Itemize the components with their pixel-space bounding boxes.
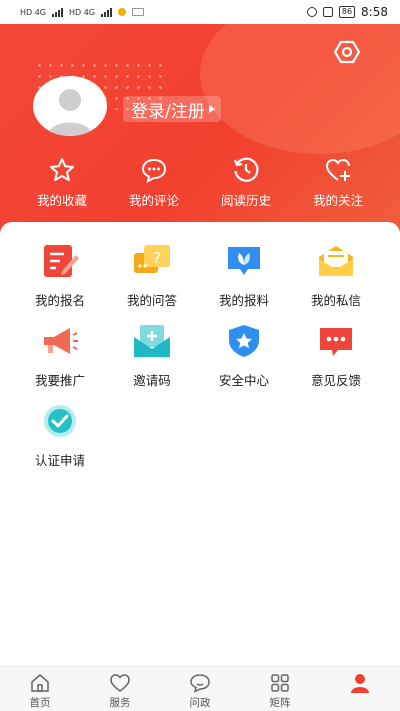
question-bubble-icon [190, 674, 210, 693]
svg-text:?: ? [153, 249, 161, 267]
grid-item-invite-code[interactable]: 邀请码 [106, 322, 198, 389]
clock: 8:58 [361, 5, 388, 19]
grid-item-label: 我的报料 [218, 293, 269, 308]
grid-item-my-report[interactable]: 我的报料 [198, 242, 290, 309]
grid-item-certification[interactable]: 认证申请 [14, 402, 106, 469]
grid-item-label: 认证申请 [34, 453, 85, 468]
grid-item-my-signup[interactable]: 我的报名 [14, 242, 106, 309]
feedback-icon [320, 328, 352, 356]
report-icon [228, 247, 260, 275]
quick-action-favorites[interactable]: 我的收藏 [16, 156, 108, 209]
mail-icon [319, 246, 353, 276]
weather-icon [118, 8, 127, 16]
history-icon [233, 157, 259, 182]
shield-star-icon [229, 325, 259, 357]
feature-grid-card: 我的报名 ? 我的问答 我的报料 我的私信 我要推广 邀请码 安全中心 意见反馈… [0, 222, 400, 666]
status-bar: HD 4G HD 4G 86 8:58 [0, 0, 400, 24]
comment-icon [141, 158, 167, 183]
tab-matrix[interactable]: 矩阵 [240, 667, 320, 711]
tab-profile[interactable] [320, 667, 400, 711]
bottom-tab-bar: 首页 服务 问政 矩阵 [0, 666, 400, 711]
grid-item-label: 安全中心 [218, 373, 269, 388]
quick-action-label: 我的收藏 [36, 193, 87, 208]
grid-icon [271, 674, 289, 692]
grid-item-promote[interactable]: 我要推广 [14, 322, 106, 389]
profile-icon [351, 674, 369, 693]
home-icon [31, 674, 49, 692]
bluetooth-icon [322, 7, 333, 17]
tab-home[interactable]: 首页 [0, 667, 80, 711]
tab-label: 服务 [109, 697, 131, 709]
alarm-icon [306, 7, 317, 17]
arrow-right-icon [208, 105, 215, 113]
profile-header: 登录/注册 我的收藏 我的评论 阅读历史 我的关注 [0, 24, 400, 238]
tab-label: 首页 [29, 697, 51, 709]
tab-label: 问政 [189, 697, 211, 709]
signup-icon [44, 245, 79, 277]
notification-icon [132, 8, 145, 16]
grid-item-label: 我的私信 [310, 293, 361, 308]
battery-icon: 86 [338, 6, 356, 18]
grid-item-security[interactable]: 安全中心 [198, 322, 290, 389]
grid-item-label: 邀请码 [133, 373, 171, 388]
quick-action-label: 我的关注 [312, 193, 363, 208]
grid-item-my-qa[interactable]: ? 我的问答 [106, 242, 198, 309]
quick-action-comments[interactable]: 我的评论 [108, 156, 200, 209]
settings-icon[interactable] [334, 39, 360, 65]
status-right: 86 8:58 [306, 5, 388, 19]
heart-plus-icon [325, 158, 350, 181]
login-register-button[interactable]: 登录/注册 [123, 96, 221, 122]
service-heart-icon [110, 674, 130, 692]
grid-item-feedback[interactable]: 意见反馈 [290, 322, 382, 389]
default-avatar-icon [48, 89, 92, 136]
network-indicator-1: HD 4G [20, 7, 47, 17]
status-left: HD 4G HD 4G [20, 7, 145, 17]
star-icon [50, 158, 74, 181]
network-indicator-2: HD 4G [69, 7, 96, 17]
qa-icon: ? [134, 245, 170, 273]
megaphone-icon [44, 328, 78, 354]
quick-action-following[interactable]: 我的关注 [292, 156, 384, 209]
avatar[interactable] [33, 76, 107, 136]
header-decoration [200, 24, 400, 154]
grid-item-my-messages[interactable]: 我的私信 [290, 242, 382, 309]
quick-action-label: 阅读历史 [220, 193, 271, 208]
quick-action-label: 我的评论 [128, 193, 179, 208]
grid-item-label: 我的报名 [34, 293, 85, 308]
invite-code-icon [134, 325, 170, 357]
login-register-label: 登录/注册 [131, 101, 205, 122]
quick-action-history[interactable]: 阅读历史 [200, 156, 292, 209]
certification-icon [44, 405, 76, 437]
tab-label: 矩阵 [269, 697, 291, 709]
tab-service[interactable]: 服务 [80, 667, 160, 711]
signal-icon-2 [101, 7, 113, 17]
grid-item-label: 意见反馈 [310, 373, 361, 388]
tab-inquiry[interactable]: 问政 [160, 667, 240, 711]
grid-item-label: 我要推广 [34, 373, 85, 388]
grid-item-label: 我的问答 [126, 293, 177, 308]
signal-icon [52, 7, 64, 17]
